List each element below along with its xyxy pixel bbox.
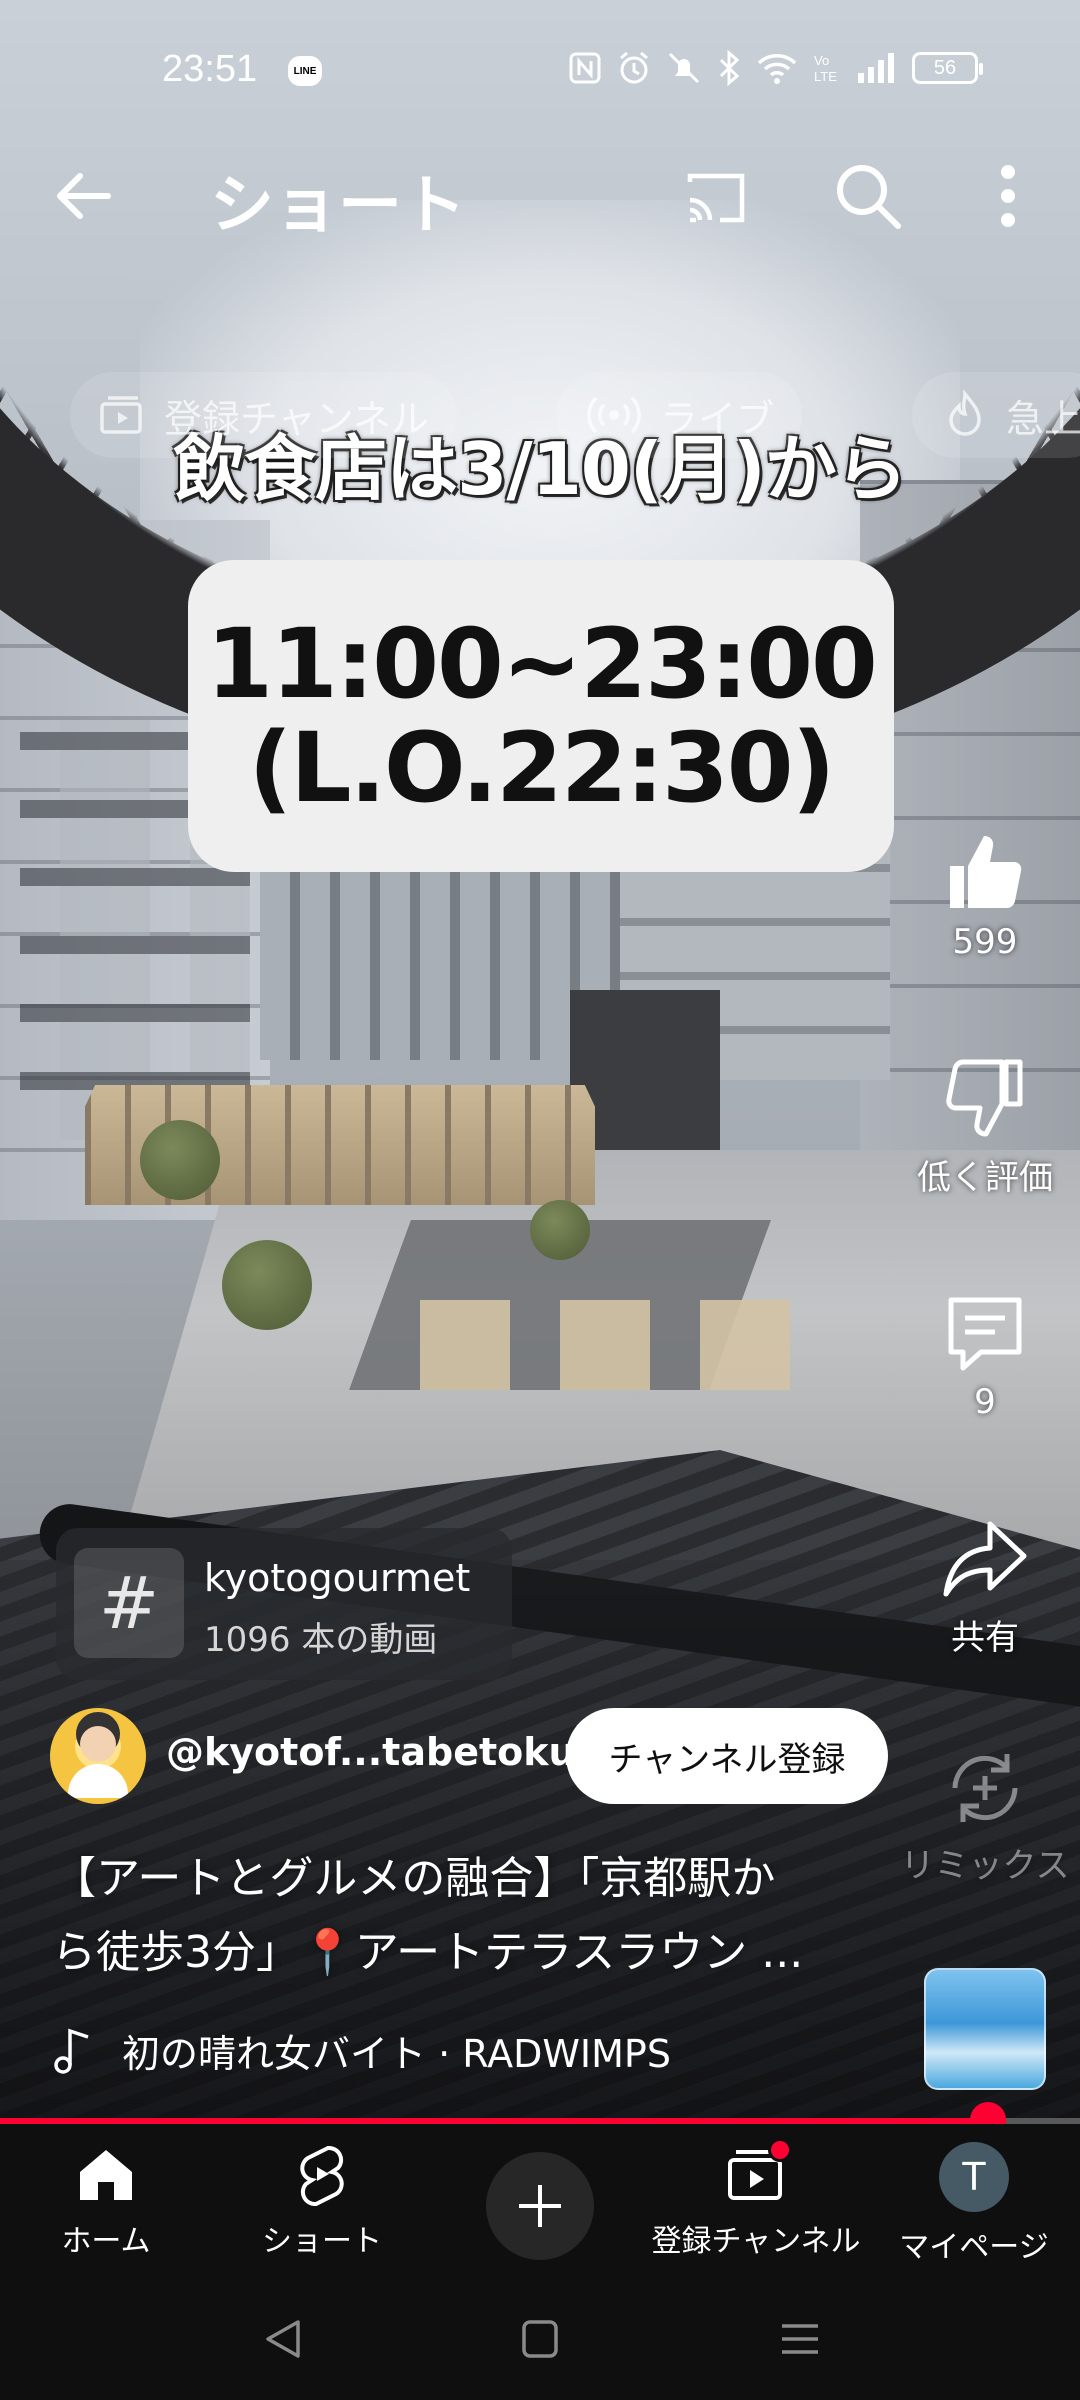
battery-icon: 56	[912, 52, 983, 84]
music-row[interactable]: 初の晴れ女バイト · RADWIMPS	[50, 2020, 671, 2080]
hashtag-icon: #	[74, 1548, 184, 1658]
status-time: 23:51	[162, 48, 258, 90]
like-button[interactable]: 599	[900, 826, 1070, 962]
description-line-1: 【アートとグルメの融合】「京都駅か	[52, 1853, 776, 1904]
hashtag-video-count: 1096 本の動画	[204, 1620, 438, 1660]
bluetooth-icon	[719, 50, 740, 86]
subscriptions-icon-wrap	[724, 2138, 792, 2206]
subscribe-button[interactable]: チャンネル登録	[566, 1708, 888, 1804]
bottom-navigation: ホーム ショート 登録チャンネル T マイページ	[0, 2124, 1080, 2274]
page-title: ショート	[210, 169, 466, 243]
channel-avatar[interactable]	[50, 1708, 146, 1804]
like-count: 599	[952, 922, 1018, 962]
create-button[interactable]	[486, 2152, 594, 2260]
cast-icon	[687, 173, 745, 223]
system-recents-button[interactable]	[770, 2314, 830, 2364]
tree	[140, 1120, 220, 1200]
cast-button[interactable]	[680, 162, 752, 234]
hours-line-2: (L.O.22:30)	[248, 712, 836, 824]
tree	[530, 1200, 590, 1260]
hours-line-1: 11:00~23:00	[206, 608, 878, 720]
volte-icon: VoLTE	[814, 53, 837, 84]
share-button[interactable]: 共有	[900, 1514, 1070, 1659]
description-line-2: ら徒歩3分」📍アートテラスラウン ...	[52, 1927, 804, 1978]
hashtag-name: kyotogourmet	[204, 1556, 471, 1600]
menu-lines-icon	[782, 2324, 818, 2354]
comment-icon	[948, 1297, 1022, 1371]
square-home-icon	[522, 2320, 558, 2358]
alarm-icon	[620, 51, 648, 84]
shorts-screen: 飲食店は3/10(月)から 11:00~23:00 (L.O.22:30) 23…	[0, 0, 1080, 2400]
nav-shorts-label: ショート	[262, 2224, 382, 2259]
line-notification-icon: LINE	[288, 56, 322, 86]
back-button[interactable]	[48, 160, 120, 232]
status-bar: 23:51 LINE Vo LTE 56	[0, 40, 1080, 104]
triangle-back-icon	[266, 2320, 300, 2358]
system-navigation-bar	[0, 2274, 1080, 2400]
remix-icon	[952, 1754, 1018, 1822]
sound-thumbnail[interactable]	[924, 1968, 1046, 2090]
svg-text:LTE: LTE	[814, 69, 837, 84]
status-icons: Vo LTE 56	[568, 50, 983, 86]
dislike-label: 低く評価	[917, 1158, 1053, 1198]
hours-overlay: 11:00~23:00 (L.O.22:30)	[188, 560, 894, 872]
nav-shorts[interactable]: ショート	[222, 2142, 422, 2272]
subscriptions-icon	[100, 396, 142, 434]
mute-icon	[668, 52, 700, 84]
music-note-icon	[54, 2028, 89, 2074]
thumb-down-icon	[946, 1059, 1023, 1137]
search-button[interactable]	[830, 158, 906, 234]
chip-trending-label: 急上	[1006, 396, 1080, 441]
profile-avatar: T	[939, 2142, 1009, 2212]
trending-icon	[949, 390, 981, 436]
nav-home[interactable]: ホーム	[6, 2142, 206, 2272]
signal-icon	[858, 53, 894, 83]
live-icon	[587, 396, 641, 434]
nfc-icon	[569, 52, 601, 84]
comment-count: 9	[974, 1382, 996, 1422]
more-vert-icon	[1001, 165, 1015, 227]
system-home-button[interactable]	[510, 2314, 570, 2364]
svg-text:Vo: Vo	[814, 53, 829, 68]
more-options-button[interactable]	[978, 158, 1038, 234]
channel-handle[interactable]: @kyotof...tabetoku	[166, 1730, 576, 1774]
building-center	[260, 860, 620, 1060]
wooden-decks	[420, 1300, 840, 1390]
nav-subscriptions-label: 登録チャンネル	[651, 2224, 861, 2259]
home-icon	[80, 2150, 132, 2200]
wifi-icon	[757, 54, 797, 84]
remix-button[interactable]: リミックス	[900, 1744, 1070, 1887]
share-icon	[943, 1521, 1027, 1597]
nav-mypage-label: マイページ	[899, 2230, 1049, 2265]
nav-mypage[interactable]: T マイページ	[874, 2142, 1074, 2272]
thumb-up-icon	[950, 836, 1022, 908]
shorts-icon	[300, 2145, 344, 2206]
notification-dot	[768, 2138, 792, 2162]
music-track: 初の晴れ女バイト · RADWIMPS	[122, 2031, 671, 2076]
chip-trending[interactable]: 急上	[912, 372, 1080, 458]
system-back-button[interactable]	[254, 2314, 314, 2364]
hashtag-pill[interactable]: # kyotogourmet 1096 本の動画	[56, 1528, 512, 1680]
chip-live[interactable]: ライブ	[556, 372, 803, 458]
top-app-bar: ショート	[0, 140, 1080, 243]
nav-home-label: ホーム	[61, 2224, 151, 2259]
feed-filter-chips: 登録チャンネル ライブ 急上	[0, 372, 1080, 458]
tree	[222, 1240, 312, 1330]
chip-subscriptions-label: 登録チャンネル	[164, 396, 429, 441]
plus-icon	[519, 2185, 561, 2227]
comments-button[interactable]: 9	[900, 1288, 1070, 1422]
nav-subscriptions[interactable]: 登録チャンネル	[651, 2138, 861, 2272]
remix-label: リミックス	[900, 1846, 1070, 1886]
search-icon	[837, 165, 901, 229]
video-description[interactable]: 【アートとグルメの融合】「京都駅か ら徒歩3分」📍アートテラスラウン ...	[52, 1842, 882, 1990]
arrow-back-icon	[57, 173, 111, 219]
share-label: 共有	[951, 1618, 1019, 1658]
chip-live-label: ライブ	[660, 396, 775, 441]
chip-subscriptions[interactable]: 登録チャンネル	[70, 372, 457, 458]
dislike-button[interactable]: 低く評価	[900, 1054, 1070, 1199]
